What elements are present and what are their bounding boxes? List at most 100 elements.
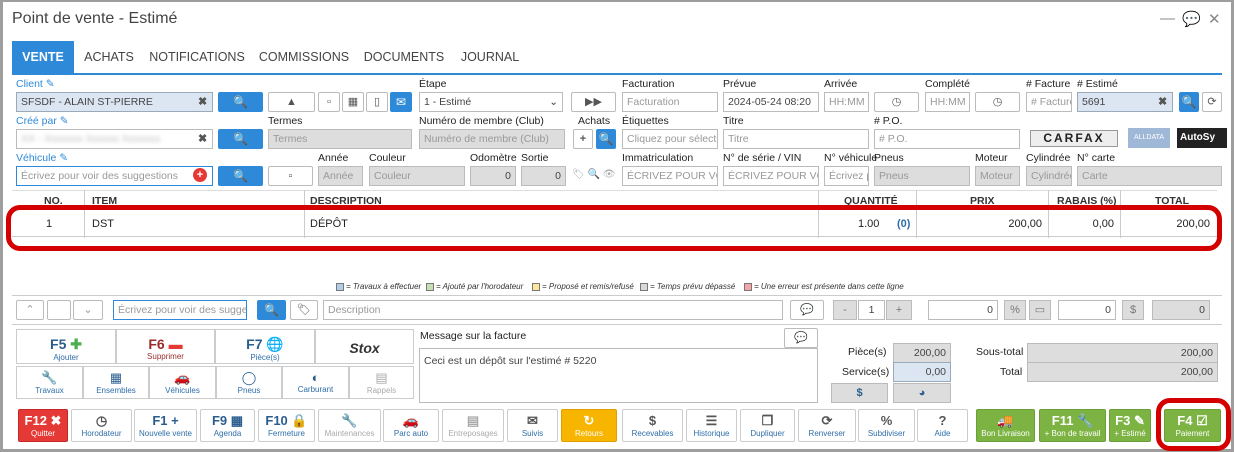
client-search-button[interactable]: 🔍 xyxy=(218,92,263,112)
annee-field[interactable]: Année xyxy=(318,166,363,186)
autosys-logo[interactable]: AutoSy xyxy=(1177,128,1227,148)
etape-select[interactable]: 1 - Estimé ⌄ xyxy=(419,92,563,112)
tab-notifications[interactable]: NOTIFICATIONS xyxy=(144,41,250,74)
couleur-field[interactable]: Couleur xyxy=(369,166,465,186)
carfax-logo[interactable]: CARFAX xyxy=(1030,130,1118,147)
dollar-icon[interactable]: $ xyxy=(831,383,888,403)
description-field[interactable]: Description xyxy=(323,300,783,320)
item-search-button[interactable]: 🔍 xyxy=(257,300,286,320)
odometre-field[interactable]: 0 xyxy=(470,166,516,186)
minimize-icon[interactable]: — xyxy=(1160,10,1175,27)
pneus-field[interactable]: Pneus xyxy=(874,166,970,186)
dollar-button[interactable]: $ xyxy=(1122,300,1144,320)
next-step-button[interactable]: ▶▶ xyxy=(571,92,616,112)
vehicule-note-icon[interactable]: ▫ xyxy=(268,166,313,186)
up-arrow-icon[interactable]: ⌃ xyxy=(16,300,44,320)
retours-button[interactable]: ↻ Retours xyxy=(561,409,617,442)
percent-button[interactable]: % xyxy=(1004,300,1026,320)
membre-field[interactable]: Numéro de membre (Club) xyxy=(419,129,565,149)
tags-icon[interactable]: 🏷 🔍 👁 xyxy=(572,169,615,180)
close-icon[interactable]: ✕ xyxy=(1208,10,1221,28)
discount-field[interactable]: 0 xyxy=(1058,300,1116,320)
message-textarea[interactable]: Ceci est un dépôt sur l'estimé # 5220 xyxy=(419,348,818,403)
calendar-icon[interactable]: ▦ xyxy=(342,92,364,112)
serie-field[interactable]: ÉCRIVEZ POUR VOIR L xyxy=(723,166,819,186)
prevue-field[interactable]: 2024-05-24 08:20 xyxy=(723,92,819,112)
immatriculation-field[interactable]: ÉCRIVEZ POUR VOIR xyxy=(622,166,718,186)
vehicule-search-button[interactable]: 🔍 xyxy=(218,166,263,186)
f7-parts-button[interactable]: F7 🌐 Pièce(s) xyxy=(215,329,315,364)
cree-par-field[interactable]: XX - Xxxxxxx Xxxxxx Xxxxxxx xyxy=(16,129,213,149)
agenda-button[interactable]: F9 ▦ Agenda xyxy=(200,409,255,442)
no-facture-field[interactable]: # Facture xyxy=(1026,92,1072,112)
complete-field[interactable]: HH:MM xyxy=(925,92,970,112)
parc-auto-button[interactable]: 🚗 Parc auto xyxy=(383,409,439,442)
road-icon[interactable]: ▲ xyxy=(268,92,315,112)
titre-field[interactable]: Titre xyxy=(723,129,869,149)
stox-button[interactable]: Stox xyxy=(315,329,414,364)
cylindree-field[interactable]: Cylindrée xyxy=(1026,166,1072,186)
carburant-button[interactable]: ◐ Carburant xyxy=(282,366,349,399)
quit-button[interactable]: F12 ✖ Quitter xyxy=(18,409,68,442)
achat-search-button[interactable]: 🔍 xyxy=(596,129,616,149)
down-arrow-icon[interactable]: ⌄ xyxy=(73,300,103,320)
tag-icon[interactable]: 🏷 xyxy=(290,300,318,320)
arrivee-field[interactable]: HH:MM xyxy=(824,92,869,112)
item-search-field[interactable]: Écrivez pour voir des suggestio xyxy=(113,300,247,320)
entreposages-button[interactable]: ▤ Entreposages xyxy=(442,409,504,442)
client-field[interactable]: SFSDF - ALAIN ST-PIERRE xyxy=(16,92,213,112)
vehicule-field[interactable]: Écrivez pour voir des suggestions xyxy=(16,166,213,186)
estime-button[interactable]: F3 ✎ + Estimé xyxy=(1109,409,1151,442)
po-field[interactable]: # P.O. xyxy=(874,129,1020,149)
cash-icon[interactable]: ▭ xyxy=(1029,300,1051,320)
etiquettes-field[interactable]: Cliquez pour sélection xyxy=(622,129,718,149)
termes-field[interactable]: Termes xyxy=(268,129,412,149)
cree-par-clear-icon[interactable]: ✖ xyxy=(198,132,207,145)
cree-par-label[interactable]: Créé par ✎ xyxy=(16,115,69,127)
pneus-button[interactable]: ◯ Pneus xyxy=(216,366,282,399)
renverser-button[interactable]: ⟳ Renverser xyxy=(798,409,856,442)
email-icon[interactable]: ✉ xyxy=(390,92,412,112)
comment-icon[interactable]: 💬 xyxy=(790,300,824,320)
alldata-logo[interactable]: ALLDATA xyxy=(1128,128,1170,148)
tab-documents[interactable]: DOCUMENTS xyxy=(358,41,450,74)
facturation-field[interactable]: Facturation xyxy=(622,92,718,112)
qty-minus-button[interactable]: - xyxy=(833,300,857,320)
tab-commissions[interactable]: COMMISSIONS xyxy=(250,41,358,74)
vehicule-label[interactable]: Véhicule ✎ xyxy=(16,152,68,164)
add-achat-icon[interactable]: + xyxy=(573,129,593,149)
tab-achats[interactable]: ACHATS xyxy=(74,41,144,74)
bon-de-travail-button[interactable]: F11 🔧 + Bon de travail xyxy=(1039,409,1106,442)
no-vehicule-field[interactable]: Écrivez p xyxy=(824,166,869,186)
horodateur-button[interactable]: ◷ Horodateur xyxy=(71,409,132,442)
estime-clear-icon[interactable]: ✖ xyxy=(1158,95,1167,108)
moteur-field[interactable]: Moteur xyxy=(975,166,1020,186)
travaux-button[interactable]: 🔧 Travaux xyxy=(16,366,83,399)
estime-search-button[interactable]: 🔍 xyxy=(1179,92,1199,112)
f6-delete-button[interactable]: F6 ▬ Supprimer xyxy=(116,329,215,364)
note-icon[interactable]: ▫ xyxy=(318,92,340,112)
complete-clock-icon[interactable]: ◷ xyxy=(975,92,1020,112)
tab-vente[interactable]: VENTE xyxy=(12,41,74,74)
add-vehicule-icon[interactable]: + xyxy=(193,168,207,182)
fermeture-button[interactable]: F10 🔒 Fermeture xyxy=(258,409,315,442)
qty-plus-button[interactable]: + xyxy=(886,300,912,320)
new-sale-button[interactable]: F1 + Nouvelle vente xyxy=(134,409,197,442)
arrivee-clock-icon[interactable]: ◷ xyxy=(874,92,919,112)
suivis-button[interactable]: ✉ Suivis xyxy=(507,409,558,442)
client-clear-icon[interactable]: ✖ xyxy=(198,95,207,108)
vehicules-button[interactable]: 🚗 Véhicules xyxy=(149,366,216,399)
line-number-field[interactable] xyxy=(47,300,71,320)
qty-field[interactable]: 1 xyxy=(858,300,885,320)
phone-icon[interactable]: ▯ xyxy=(366,92,388,112)
subdiviser-button[interactable]: % Subdiviser xyxy=(858,409,915,442)
sortie-field[interactable]: 0 xyxy=(521,166,566,186)
refresh-icon[interactable]: ⟳ xyxy=(1202,92,1222,112)
tab-journal[interactable]: JOURNAL xyxy=(450,41,530,74)
f5-add-button[interactable]: F5 ✚ Ajouter xyxy=(16,329,116,364)
pie-chart-icon[interactable]: ◕ xyxy=(893,383,951,403)
rappels-button[interactable]: ▤ Rappels xyxy=(349,366,414,399)
historique-button[interactable]: ☰ Historique xyxy=(686,409,737,442)
dupliquer-button[interactable]: ❐ Dupliquer xyxy=(740,409,795,442)
aide-button[interactable]: ? Aide xyxy=(917,409,968,442)
